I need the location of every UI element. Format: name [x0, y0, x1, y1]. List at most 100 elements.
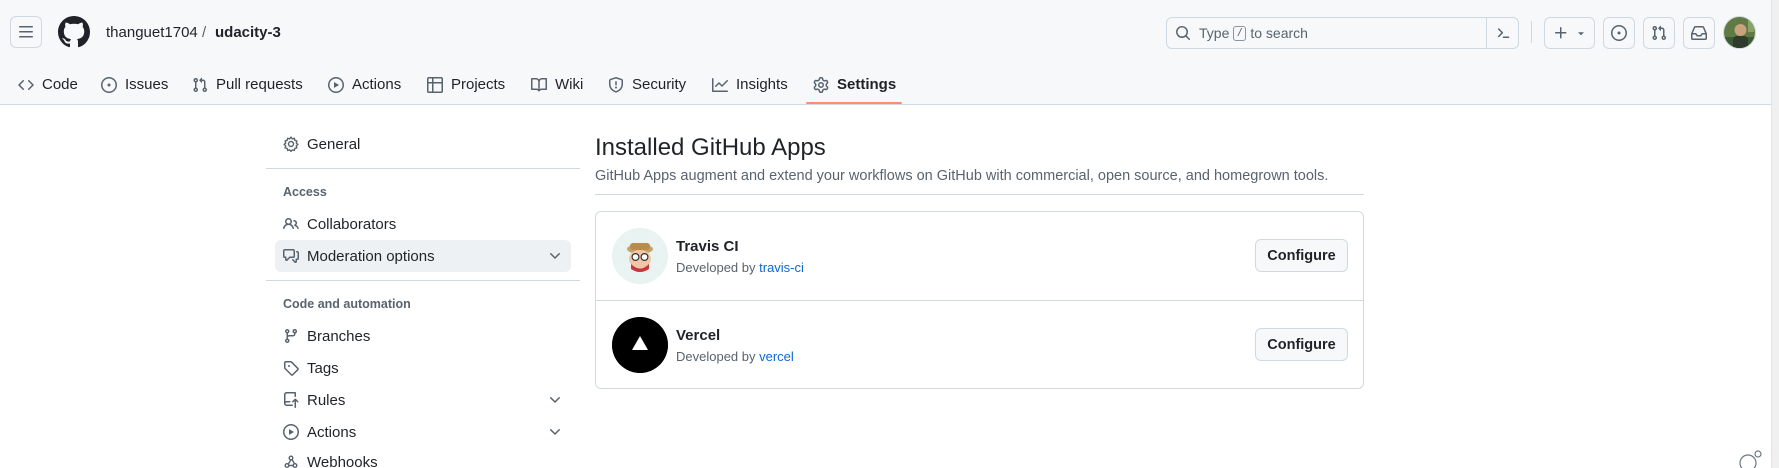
search-input[interactable]: Type / to search: [1166, 17, 1519, 49]
chevron-down-icon: [550, 429, 560, 435]
page-title: Installed GitHub Apps: [595, 134, 826, 161]
tab-label: Security: [632, 76, 687, 93]
sidebar-item-label: Collaborators: [307, 215, 397, 233]
sidebar-item-label: Moderation options: [307, 247, 435, 265]
sidebar-item-label: Actions: [307, 423, 357, 441]
tab-label: Code: [42, 76, 78, 93]
tag-icon: [284, 361, 299, 376]
tab-insights[interactable]: Insights: [712, 64, 788, 105]
notifications-button[interactable]: [1683, 17, 1715, 49]
developer-link[interactable]: travis-ci: [759, 260, 804, 275]
tab-issues[interactable]: Issues: [101, 64, 168, 105]
search-suffix: to search: [1250, 25, 1308, 41]
sidebar-item-actions[interactable]: Actions: [275, 416, 571, 448]
header-top-row: thanguet1704 / udacity-3 Type / to searc…: [0, 0, 1779, 64]
sidebar-item-webhooks[interactable]: Webhooks: [275, 446, 571, 468]
breadcrumb-repo[interactable]: udacity-3: [215, 23, 281, 43]
webhook-icon: [284, 455, 298, 468]
sidebar-divider: [266, 168, 580, 169]
search-shortcut-key: /: [1233, 25, 1247, 41]
tab-settings[interactable]: Settings: [813, 64, 896, 105]
sidebar-item-branches[interactable]: Branches: [275, 320, 571, 352]
app-name: Travis CI: [676, 238, 739, 255]
header-divider: [1531, 21, 1532, 43]
app-name: Vercel: [676, 327, 721, 344]
breadcrumb-owner[interactable]: thanguet1704: [106, 23, 198, 43]
gear-icon: [813, 76, 829, 93]
app-developer: Developed by travis-ci: [676, 260, 804, 275]
tab-security[interactable]: Security: [608, 64, 686, 105]
people-icon: [283, 217, 299, 230]
your-issues-button[interactable]: [1603, 17, 1635, 49]
comment-discussion-icon: [283, 249, 299, 263]
tab-pull-requests[interactable]: Pull requests: [192, 64, 303, 105]
repo-nav-tabs: Code Issues Pull requests Actions Projec…: [0, 64, 1779, 105]
tab-label: Pull requests: [216, 76, 303, 93]
tab-label: Wiki: [555, 76, 584, 93]
graph-icon: [712, 77, 728, 92]
sidebar-item-general[interactable]: General: [275, 128, 571, 160]
search-prefix: Type: [1199, 25, 1230, 41]
issue-opened-icon: [101, 76, 117, 93]
page-description: GitHub Apps augment and extend your work…: [595, 168, 1329, 184]
tab-wiki[interactable]: Wiki: [531, 64, 583, 105]
sidebar-item-collaborators[interactable]: Collaborators: [275, 208, 571, 240]
sidebar-item-label: Tags: [307, 359, 339, 377]
user-avatar[interactable]: [1723, 16, 1756, 49]
your-pull-requests-button[interactable]: [1643, 17, 1675, 49]
title-divider: [595, 194, 1364, 195]
sidebar-heading-code-automation: Code and automation: [283, 297, 411, 311]
command-palette-button[interactable]: [1486, 18, 1518, 48]
table-icon: [427, 76, 443, 93]
sidebar-item-label: General: [307, 135, 361, 153]
sidebar-item-tags[interactable]: Tags: [275, 352, 571, 384]
open-global-nav-button[interactable]: [10, 16, 42, 48]
tab-code[interactable]: Code: [18, 64, 78, 105]
developer-prefix: Developed by: [676, 349, 756, 364]
copilot-icon[interactable]: [1736, 449, 1764, 468]
code-icon: [18, 79, 34, 90]
developer-link[interactable]: vercel: [759, 349, 794, 364]
sidebar-divider: [266, 280, 580, 281]
search-icon: [1176, 26, 1191, 41]
tab-label: Settings: [837, 76, 897, 93]
list-item: Vercel Developed by vercel Configure: [596, 300, 1363, 388]
book-icon: [531, 77, 547, 91]
search-placeholder: Type / to search: [1199, 25, 1308, 41]
app-developer: Developed by vercel: [676, 349, 794, 364]
sidebar-item-label: Branches: [307, 327, 371, 345]
chevron-down-icon: [550, 253, 560, 259]
sidebar-item-rules[interactable]: Rules: [275, 384, 571, 416]
travis-ci-logo-icon: [612, 228, 668, 284]
configure-button[interactable]: Configure: [1255, 328, 1348, 361]
installed-apps-list: Travis CI Developed by travis-ci Configu…: [595, 211, 1364, 389]
issue-opened-icon: [1611, 25, 1627, 41]
breadcrumb-separator: /: [202, 24, 207, 41]
sidebar-item-label: Rules: [307, 391, 346, 409]
git-pull-request-icon: [1652, 25, 1667, 41]
configure-button[interactable]: Configure: [1255, 239, 1348, 272]
inbox-icon: [1691, 26, 1707, 40]
sidebar-item-moderation-options[interactable]: Moderation options: [275, 240, 571, 272]
sidebar-heading-access: Access: [283, 185, 327, 199]
terminal-icon: [1497, 28, 1509, 38]
tab-label: Issues: [125, 76, 169, 93]
scrollbar[interactable]: [1771, 0, 1779, 468]
github-logo-icon[interactable]: [58, 16, 90, 48]
tab-label: Projects: [451, 76, 506, 93]
list-item: Travis CI Developed by travis-ci Configu…: [596, 212, 1363, 300]
git-branch-icon: [284, 329, 297, 344]
sidebar-item-label: Webhooks: [307, 453, 378, 468]
chevron-down-icon: [550, 397, 560, 403]
play-icon: [283, 424, 299, 440]
tab-actions[interactable]: Actions: [328, 64, 401, 105]
create-new-button[interactable]: [1544, 17, 1595, 49]
active-tab-indicator: [806, 102, 902, 104]
tab-projects[interactable]: Projects: [427, 64, 505, 105]
tab-label: Insights: [736, 76, 788, 93]
play-icon: [328, 76, 344, 93]
plus-icon: [1554, 27, 1566, 39]
git-pull-request-icon: [193, 77, 208, 92]
shield-icon: [609, 76, 623, 93]
gear-icon: [283, 136, 299, 152]
